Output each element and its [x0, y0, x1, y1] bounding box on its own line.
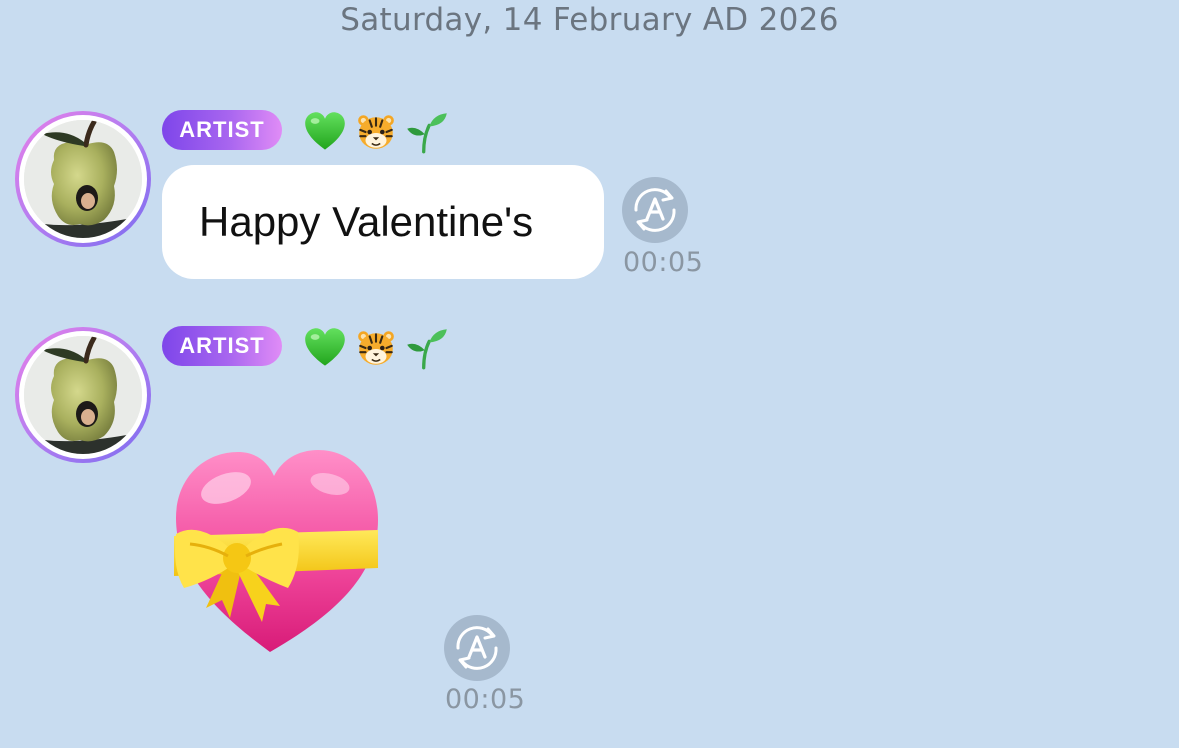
seedling-icon [405, 326, 449, 370]
apple-avatar-photo [24, 336, 142, 454]
translate-icon [622, 177, 688, 243]
date-header: Saturday, 14 February AD 2026 [340, 2, 839, 38]
message-time: 00:05 [623, 247, 704, 278]
heart-with-ribbon-icon [170, 448, 380, 658]
artist-avatar[interactable] [15, 111, 151, 247]
green-heart-icon [303, 110, 347, 154]
tiger-face-icon [355, 111, 397, 153]
artist-avatar[interactable] [15, 327, 151, 463]
message-time: 00:05 [445, 684, 526, 715]
tiger-face-icon [355, 327, 397, 369]
heart-with-ribbon-sticker[interactable] [170, 448, 380, 658]
artist-badge: ARTIST [162, 110, 282, 150]
translate-icon [444, 615, 510, 681]
emoji-status-row [303, 110, 449, 154]
green-heart-icon [303, 326, 347, 370]
artist-badge: ARTIST [162, 326, 282, 366]
seedling-icon [405, 110, 449, 154]
emoji-status-row [303, 326, 449, 370]
message-bubble[interactable]: Happy Valentine's [162, 165, 604, 279]
translate-button[interactable] [622, 177, 688, 243]
apple-avatar-photo [24, 120, 142, 238]
translate-button[interactable] [444, 615, 510, 681]
